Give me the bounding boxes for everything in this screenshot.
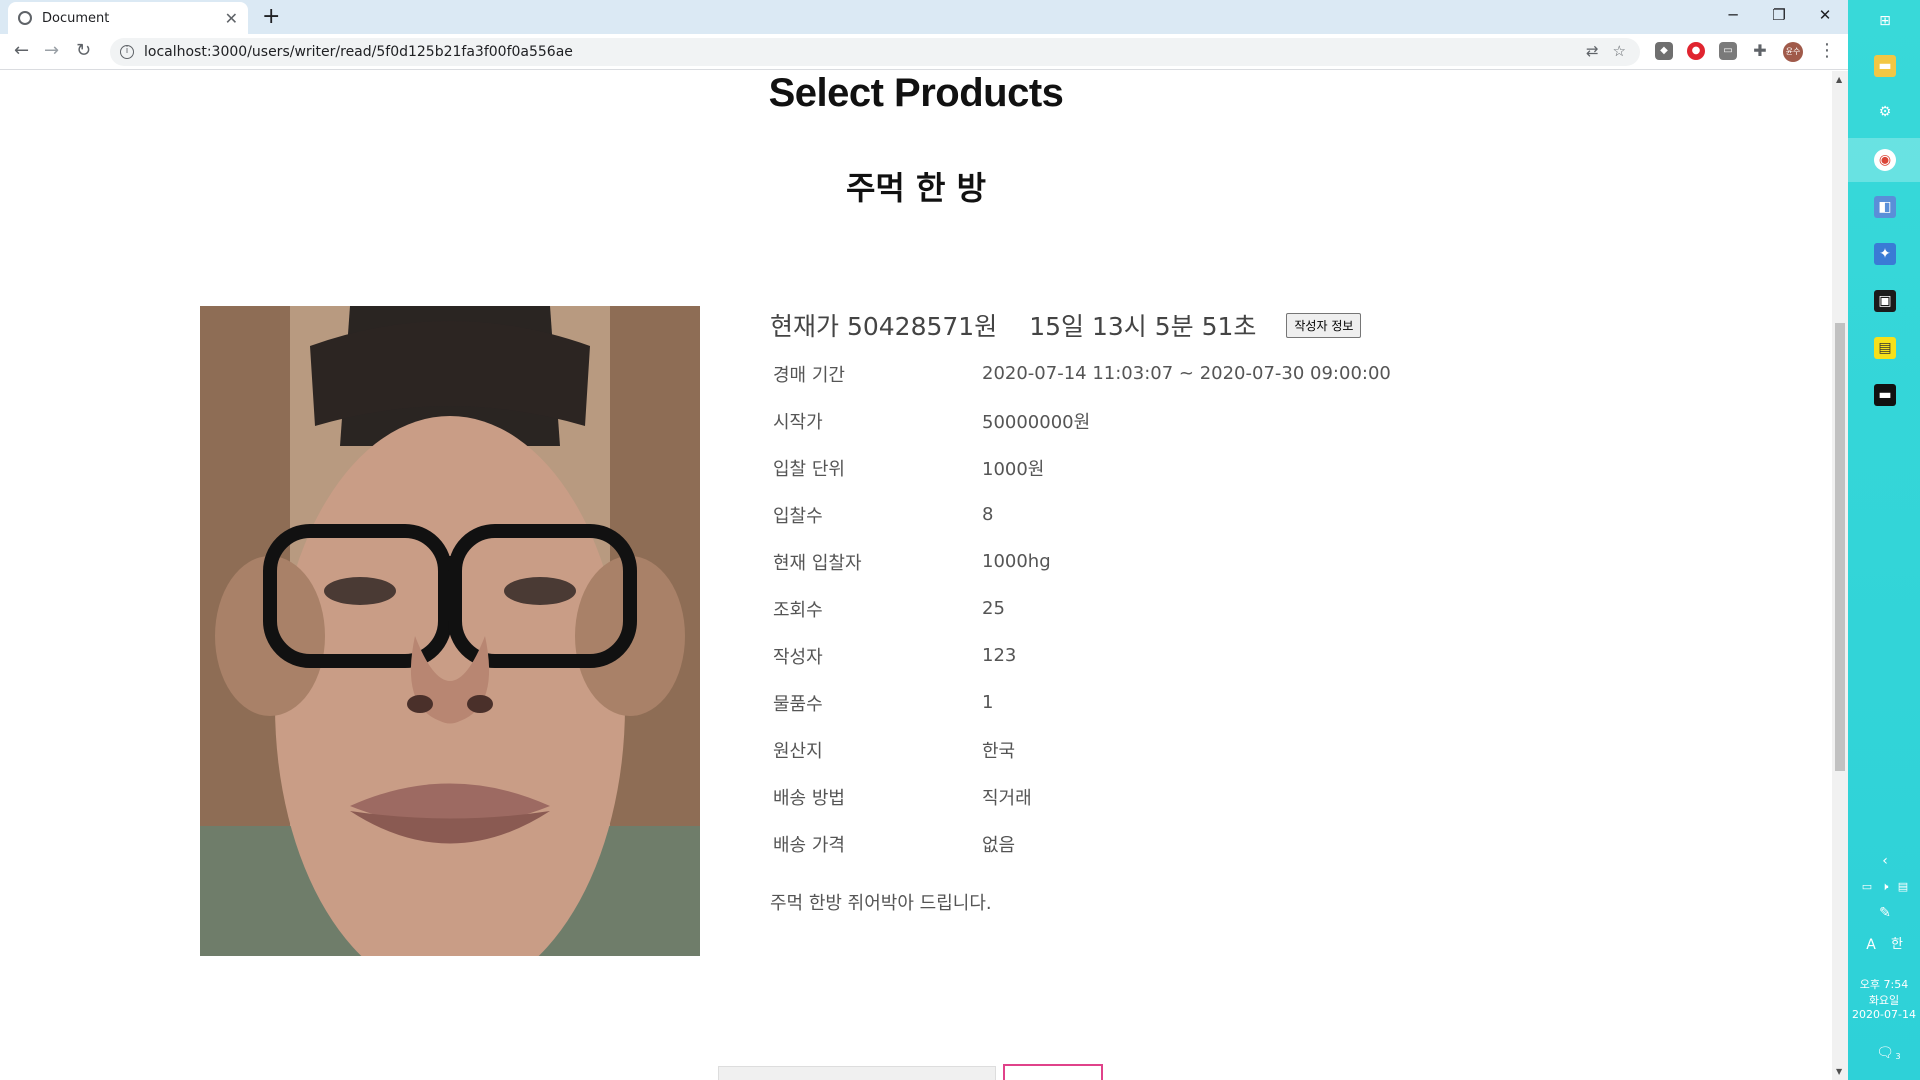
tab-strip: Document ✕ + ─ ❐ ✕ [0,0,1848,34]
new-tab-button[interactable]: + [262,4,280,29]
notification-count: 3 [1895,1052,1901,1061]
page-title: Select Products [768,71,1064,115]
row-label: 배송 가격 [773,834,845,856]
ime-a-label[interactable]: A [1860,934,1882,956]
row-label: 원산지 [773,740,823,762]
face-photo-illustration [200,306,700,956]
forward-arrow-icon[interactable]: → [44,40,59,61]
clock-time[interactable]: 오후 7:54 [1848,976,1920,992]
detail-rows: 경매 기간 2020-07-14 11:03:07 ~ 2020-07-30 09… [770,350,1470,867]
product-image [200,306,700,956]
network-icon[interactable]: ▤ [1892,876,1914,898]
omnibox-actions: ⇄ ☆ [1586,42,1626,60]
detail-row: 시작가 50000000원 [770,397,1470,444]
detail-row: 입찰수 8 [770,491,1470,538]
page-viewport: Select Products 주먹 한 방 현재가 50428571원 15일… [0,71,1832,1080]
extension-icon[interactable]: ▭ [1719,42,1737,60]
browser-tab[interactable]: Document ✕ [8,2,248,34]
ime-han-label[interactable]: 한 [1886,934,1908,956]
sticky-notes-icon[interactable]: ▤ [1874,337,1896,359]
row-value: 한국 [982,740,1016,762]
address-bar[interactable]: i localhost:3000/users/writer/read/5f0d1… [110,38,1640,66]
close-tab-icon[interactable]: ✕ [225,9,238,28]
url-text: localhost:3000/users/writer/read/5f0d125… [144,44,573,60]
clock-weekday[interactable]: 화요일 [1848,992,1920,1008]
bid-button[interactable] [1003,1064,1103,1080]
tab-title: Document [42,10,110,26]
row-value: 123 [982,645,1017,666]
row-value: 25 [982,598,1005,619]
scrollbar-thumb[interactable] [1835,323,1845,771]
back-arrow-icon[interactable]: ← [14,40,29,61]
terminal-app-icon[interactable]: ▣ [1874,290,1896,312]
row-value: 1000원 [982,458,1045,480]
scroll-up-arrow-icon[interactable]: ▲ [1836,75,1842,84]
restore-button[interactable]: ❐ [1756,0,1802,30]
row-label: 시작가 [773,411,823,433]
detail-row: 작성자 123 [770,632,1470,679]
site-info-icon[interactable]: i [120,45,134,59]
row-label: 현재 입찰자 [773,552,862,574]
detail-row: 물품수 1 [770,679,1470,726]
product-info: 현재가 50428571원 15일 13시 5분 51초 작성자 정보 경매 기… [770,306,1470,915]
chrome-icon[interactable]: ◉ [1874,149,1896,171]
row-value: 1000hg [982,551,1051,572]
row-value: 1 [982,692,994,713]
row-label: 배송 방법 [773,787,845,809]
detail-row: 경매 기간 2020-07-14 11:03:07 ~ 2020-07-30 09… [770,350,1470,397]
pen-icon[interactable]: ✎ [1874,902,1896,924]
more-menu-icon[interactable]: ⋮ [1818,40,1836,61]
writer-info-button[interactable]: 작성자 정보 [1286,312,1362,338]
chevron-left-icon[interactable]: ‹ [1874,850,1896,872]
translate-icon[interactable]: ⇄ [1586,42,1599,60]
row-value: 없음 [982,834,1016,856]
row-value: 8 [982,504,994,525]
window-controls: ─ ❐ ✕ [1710,0,1848,30]
row-value: 2020-07-14 11:03:07 ~ 2020-07-30 09:00:0… [982,363,1391,384]
reload-icon[interactable]: ↻ [76,40,91,61]
bookmark-star-icon[interactable]: ☆ [1613,42,1626,60]
row-label: 경매 기간 [773,364,845,386]
windows-taskbar: ⊞ ▬ ⚙ ◉ ◧ ✦ ▣ ▤ ▬ ‹ ▭ 🕨 ▤ ✎ A 한 오후 7:54 … [1848,0,1920,1080]
page-scrollbar[interactable]: ▲ ▼ [1832,71,1848,1080]
console-icon[interactable]: ▬ [1874,384,1896,406]
row-label: 조회수 [773,599,823,621]
close-window-button[interactable]: ✕ [1802,0,1848,30]
detail-row: 현재 입찰자 1000hg [770,538,1470,585]
detail-row: 배송 방법 직거래 [770,773,1470,820]
row-value: 50000000원 [982,411,1091,433]
product-name: 주먹 한 방 [845,169,987,207]
profile-avatar[interactable]: 윤수 [1783,42,1803,62]
row-label: 물품수 [773,693,823,715]
globe-icon [18,11,32,25]
scroll-down-arrow-icon[interactable]: ▼ [1836,1067,1842,1076]
detail-row: 입찰 단위 1000원 [770,444,1470,491]
row-label: 입찰수 [773,505,823,527]
browser-toolbar: ← → ↻ i localhost:3000/users/writer/read… [0,34,1848,70]
app-icon[interactable]: ◧ [1874,196,1896,218]
row-value: 직거래 [982,787,1032,809]
bid-input[interactable] [718,1066,996,1080]
file-explorer-icon[interactable]: ▬ [1874,55,1896,77]
adblock-extension-icon[interactable]: ● [1687,42,1705,60]
windows-start-icon[interactable]: ⊞ [1874,10,1896,32]
detail-row: 조회수 25 [770,585,1470,632]
clock-date[interactable]: 2020-07-14 [1848,1008,1920,1021]
minimize-button[interactable]: ─ [1710,0,1756,30]
current-price: 현재가 50428571원 [770,312,998,341]
detail-row: 원산지 한국 [770,726,1470,773]
product-description: 주먹 한방 쥐어박아 드립니다. [770,893,992,914]
detail-row: 배송 가격 없음 [770,820,1470,867]
settings-gear-icon[interactable]: ⚙ [1874,101,1896,123]
time-remaining: 15일 13시 5분 51초 [1029,312,1257,341]
row-label: 입찰 단위 [773,458,845,480]
row-label: 작성자 [773,646,823,668]
shield-extension-icon[interactable]: ◆ [1655,42,1673,60]
price-line: 현재가 50428571원 15일 13시 5분 51초 작성자 정보 [770,306,1470,344]
puzzle-extensions-icon[interactable]: ✚ [1751,42,1769,60]
network-app-icon[interactable]: ✦ [1874,243,1896,265]
